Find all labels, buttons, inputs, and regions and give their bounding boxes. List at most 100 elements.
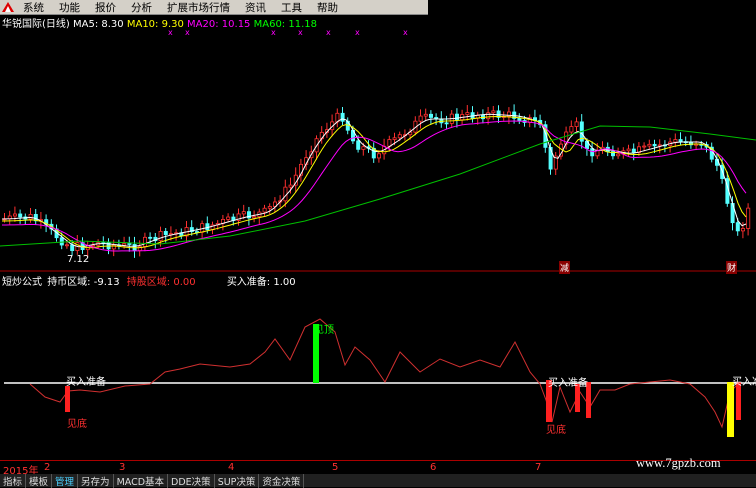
bottom-label-2: 见底 [546,425,566,436]
menu-news[interactable]: 资讯 [239,0,275,15]
candle-body [387,139,392,147]
month-4: 4 [228,462,235,473]
ma60-line [0,125,756,247]
price-chart-panel[interactable]: 华锐国际(日线) MA5: 8.30 MA10: 9.30 MA20: 10.1… [0,14,756,274]
bottom-signal-bar [65,386,70,412]
marker-x: x [326,28,331,37]
tab-save-as[interactable]: 另存为 [78,473,114,488]
menu-help[interactable]: 帮助 [311,0,347,15]
candle-body [226,216,231,220]
candle-body [491,110,496,114]
marker-x: x [403,28,408,37]
candle-body [746,207,751,229]
candle-body [428,113,433,118]
candle-body [569,126,574,133]
menu-extended-market[interactable]: 扩展市场行情 [161,0,239,15]
candle-body [465,112,470,115]
candle-body [741,228,746,232]
bottom-label-1: 见底 [67,419,87,430]
candle-body [647,143,652,147]
candle-body [28,214,33,220]
indicator-line [29,318,741,429]
candle-body [678,139,683,143]
menu-system[interactable]: 系统 [17,0,53,15]
menu-tools[interactable]: 工具 [275,0,311,15]
candle-body [356,140,361,150]
candle-body [486,112,491,120]
candle-body [12,213,17,217]
candle-body [91,244,96,247]
marker-x: x [298,28,303,37]
candle-body [65,244,70,247]
top-label: 见顶 [314,325,334,336]
candle-body [127,243,132,245]
marker-x: x [185,28,190,37]
low-price-label: 7.12 [67,254,90,265]
tab-sup[interactable]: SUP决策 [215,473,260,488]
ma20-line [2,120,747,252]
candle-body [241,211,246,215]
candle-body [70,244,75,252]
candle-body [574,121,579,127]
candle-body [392,137,397,140]
watermark: www.7gpzb.com [636,456,721,470]
buy-prepare-label-1: 买入准备 [66,377,106,388]
candle-body [642,145,647,148]
indicator-panel[interactable]: 短炒公式 持币区域: -9.13 持股区域: 0.00 买入准备: 1.00 买… [0,272,756,459]
candle-body [122,243,127,246]
menu-bar: 系统 功能 报价 分析 扩展市场行情 资讯 工具 帮助 [0,0,428,15]
menu-analysis[interactable]: 分析 [125,0,161,15]
bottom-tabs: 指标 模板 管理 另存为 MACD基本 DDE决策 SUP决策 资金决策 [0,473,756,488]
indicator-chart[interactable] [0,272,756,459]
candle-body [454,113,459,121]
candlestick-chart[interactable]: xxxxxxx [0,14,756,272]
tab-fund[interactable]: 资金决策 [259,473,305,488]
candle-body [148,236,153,239]
month-3: 3 [119,462,126,473]
candle-body [252,216,257,219]
tab-indicator[interactable]: 指标 [0,473,27,488]
candle-body [262,207,267,213]
candle-body [652,143,657,147]
month-5: 5 [332,462,339,473]
marker-x: x [271,28,276,37]
candle-body [18,213,23,218]
candle-body [397,134,402,139]
candle-body [158,231,163,242]
candle-body [376,153,381,159]
menu-quote[interactable]: 报价 [89,0,125,15]
candle-body [626,148,631,152]
month-7: 7 [535,462,542,473]
candle-body [631,148,636,153]
candle-body [517,118,522,121]
tab-dde[interactable]: DDE决策 [168,473,215,488]
candle-body [288,184,293,188]
tab-manage[interactable]: 管理 [52,473,79,488]
candle-body [616,153,621,157]
candle-body [735,222,740,232]
candle-body [267,206,272,209]
buy-prepare-label-2: 买入准备 [548,378,588,389]
app-logo-icon [2,2,14,12]
candle-body [361,146,366,150]
marker-x: x [168,28,173,37]
ma5-line [1,113,747,248]
candle-body [423,113,428,117]
signal-bar-yellow [727,382,734,437]
candle-body [59,237,64,246]
candle-body [340,112,345,122]
candle-body [205,223,210,231]
candle-body [142,236,147,247]
candle-body [200,223,205,233]
month-6: 6 [430,462,437,473]
buy-prepare-label-3: 买入准 [732,377,756,388]
ma10-line [2,115,747,249]
candle-body [673,139,678,143]
candle-body [163,231,168,235]
tab-template[interactable]: 模板 [26,473,53,488]
candle-body [444,122,449,125]
marker-x: x [355,28,360,37]
candle-body [418,115,423,122]
tab-macd[interactable]: MACD基本 [114,473,169,488]
menu-function[interactable]: 功能 [53,0,89,15]
